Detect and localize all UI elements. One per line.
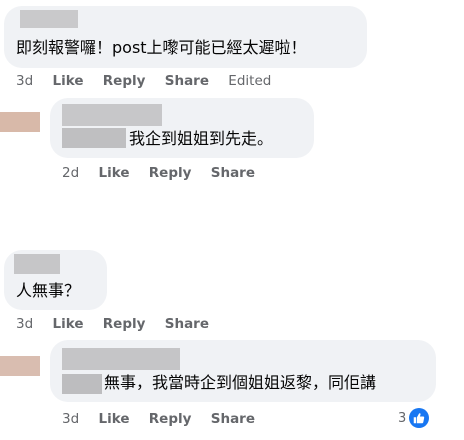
- reply-button-3[interactable]: Reply: [103, 316, 146, 332]
- reaction-count: 3: [398, 410, 407, 426]
- like-button-3[interactable]: Like: [52, 316, 83, 332]
- comment-text-4: 無事，我當時企到個姐姐返黎，同佢講: [104, 373, 377, 392]
- comment-time-3[interactable]: 3d: [16, 316, 33, 332]
- reply-button-2[interactable]: Reply: [149, 165, 192, 181]
- edited-label-1: Edited: [228, 73, 272, 89]
- blurred-author-name-3: [14, 254, 60, 274]
- thumbs-up-icon: [409, 408, 430, 428]
- like-button-4[interactable]: Like: [98, 411, 129, 427]
- blurred-text-2: [62, 128, 126, 148]
- comment-actions-2: 2d Like Reply Share: [62, 165, 270, 181]
- comment-actions-1: 3d Like Reply Share Edited: [16, 73, 286, 89]
- comment-actions-4: 3d Like Reply Share: [62, 411, 270, 427]
- reply-button-1[interactable]: Reply: [103, 73, 146, 89]
- share-button-3[interactable]: Share: [165, 316, 209, 332]
- share-button-4[interactable]: Share: [211, 411, 255, 427]
- blurred-text-4: [62, 374, 102, 394]
- blurred-author-name-2: [62, 104, 162, 126]
- comment-text-1: 即刻報警囉！post上嚟可能已經太遲啦！: [16, 38, 307, 57]
- avatar-2[interactable]: [0, 112, 40, 132]
- comment-time-2[interactable]: 2d: [62, 165, 79, 181]
- comment-text-2: 我企到姐姐到先走。: [129, 129, 274, 148]
- comment-time-1[interactable]: 3d: [16, 73, 33, 89]
- reply-button-4[interactable]: Reply: [149, 411, 192, 427]
- like-button-1[interactable]: Like: [52, 73, 83, 89]
- comment-text-3: 人無事？: [16, 281, 81, 300]
- reaction-summary[interactable]: 3: [398, 408, 430, 428]
- blurred-author-name-1: [20, 10, 78, 28]
- comment-actions-3: 3d Like Reply Share: [16, 316, 224, 332]
- comment-time-4[interactable]: 3d: [62, 411, 79, 427]
- like-button-2[interactable]: Like: [98, 165, 129, 181]
- share-button-1[interactable]: Share: [165, 73, 209, 89]
- avatar-4[interactable]: [0, 356, 40, 376]
- blurred-author-name-4: [62, 348, 180, 370]
- share-button-2[interactable]: Share: [211, 165, 255, 181]
